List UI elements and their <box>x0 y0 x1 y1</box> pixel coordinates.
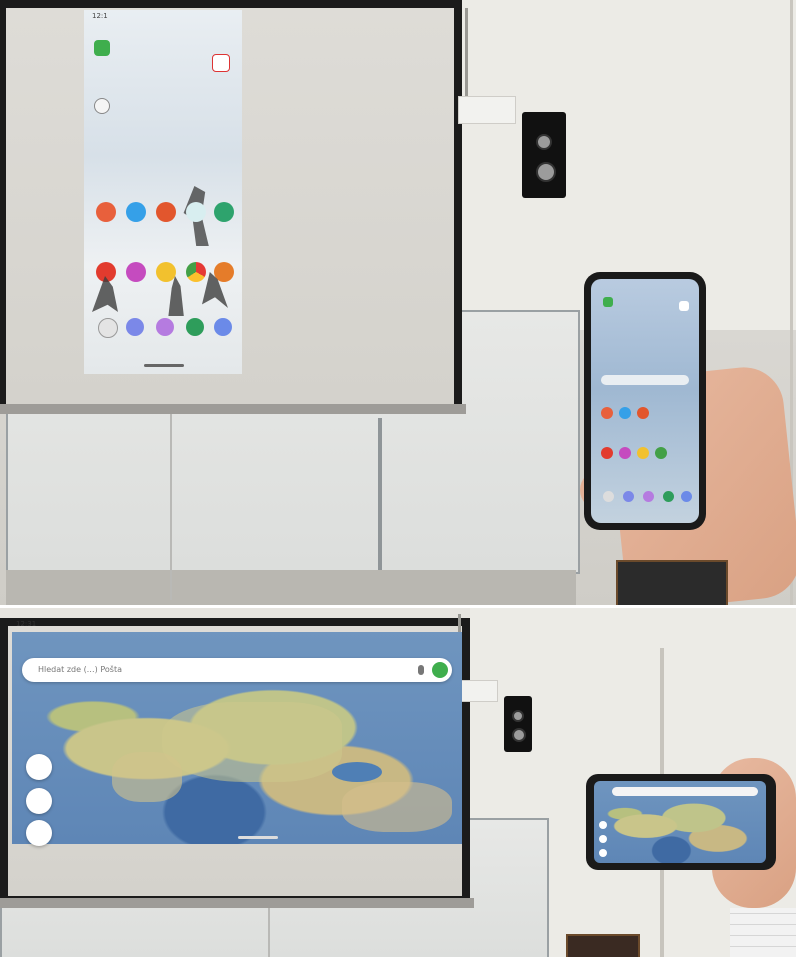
phone-screen-app <box>637 407 649 419</box>
sign-board <box>566 934 640 957</box>
app-icon-yellow[interactable] <box>156 262 176 282</box>
bottom-photo-panel: 12:31 Hledat zde (…) Pošta <box>0 608 796 957</box>
wallpaper-figure-2 <box>92 276 118 312</box>
phone-screen-app <box>603 491 614 502</box>
app-icon-red[interactable] <box>156 202 176 222</box>
board-tray <box>6 570 576 606</box>
screen-pull-cord <box>268 908 270 957</box>
twitter-icon[interactable] <box>126 202 146 222</box>
nav-handle <box>238 836 278 839</box>
phone-screen-app <box>603 297 613 307</box>
maps-mic-icon[interactable] <box>418 665 424 675</box>
status-time: 12:31 <box>16 620 37 628</box>
phone-screen-app <box>637 447 649 459</box>
phone-screen-app <box>643 491 654 502</box>
phone-screen-app <box>601 447 613 459</box>
app-icon-light[interactable] <box>186 202 206 222</box>
projector-mount-rod <box>465 8 468 98</box>
location-icon[interactable] <box>26 788 52 814</box>
smartphone <box>584 272 706 530</box>
app-icon-orange[interactable] <box>96 202 116 222</box>
phone-screen-app <box>681 491 692 502</box>
maps-directions-icon[interactable] <box>432 662 448 678</box>
phone-screen-app <box>655 447 667 459</box>
chalkboard-sign <box>616 560 728 606</box>
play-store-icon[interactable] <box>214 202 234 222</box>
top-photo-panel: 12:1 <box>0 0 796 606</box>
ceiling-projector <box>460 680 498 702</box>
wall-speaker <box>504 696 532 752</box>
phone-dock-icon[interactable] <box>214 318 232 336</box>
instagram-icon[interactable] <box>126 262 146 282</box>
mirrored-maps-screen: 12:31 Hledat zde (…) Pošta <box>12 620 462 846</box>
phone-fab <box>599 849 607 857</box>
wall-speaker <box>522 112 566 198</box>
camera-icon[interactable] <box>98 318 118 338</box>
tiled-counter <box>730 908 796 957</box>
mirrored-home-screen: 12:1 <box>84 10 242 374</box>
status-time: 12:1 <box>92 12 108 20</box>
app-icon-green[interactable] <box>186 318 204 336</box>
phone-app-icon[interactable] <box>94 40 110 56</box>
maps-search-placeholder: Hledat zde (…) Pošta <box>38 665 122 674</box>
phone-fab <box>599 821 607 829</box>
map-land-europe <box>162 702 342 782</box>
phone-maps-screen <box>594 781 766 863</box>
messages-icon[interactable] <box>126 318 144 336</box>
wallpaper-figure-3 <box>168 276 184 316</box>
phone-screen-app <box>619 407 631 419</box>
phone-fab <box>599 835 607 843</box>
app-icon-purple[interactable] <box>156 318 174 336</box>
nav-handle <box>144 364 184 367</box>
phone-screen <box>591 279 699 523</box>
map-black-sea <box>332 762 382 782</box>
maps-search-bar[interactable]: Hledat zde (…) Pošta <box>22 658 452 682</box>
layers-icon[interactable] <box>26 754 52 780</box>
ceiling-projector <box>458 96 516 124</box>
screen-bottom-bar <box>0 404 466 414</box>
phone-search-bar <box>612 787 758 796</box>
phone-screen-app <box>601 407 613 419</box>
google-search-icon[interactable] <box>94 98 110 114</box>
gmail-icon[interactable] <box>212 54 230 72</box>
smartphone-landscape <box>586 774 776 870</box>
map-land-iberia <box>112 752 182 802</box>
phone-screen-app <box>623 491 634 502</box>
phone-screen-app <box>679 301 689 311</box>
phone-screen-app <box>619 447 631 459</box>
saved-icon[interactable] <box>26 820 52 846</box>
screen-pull-cord <box>170 414 172 600</box>
chrome-icon[interactable] <box>186 262 206 282</box>
screen-bottom-bar <box>0 898 474 908</box>
phone-search-bar <box>601 375 689 385</box>
phone-screen-app <box>663 491 674 502</box>
map-land-turkey <box>342 782 452 832</box>
whiteboard-divider <box>378 418 382 578</box>
